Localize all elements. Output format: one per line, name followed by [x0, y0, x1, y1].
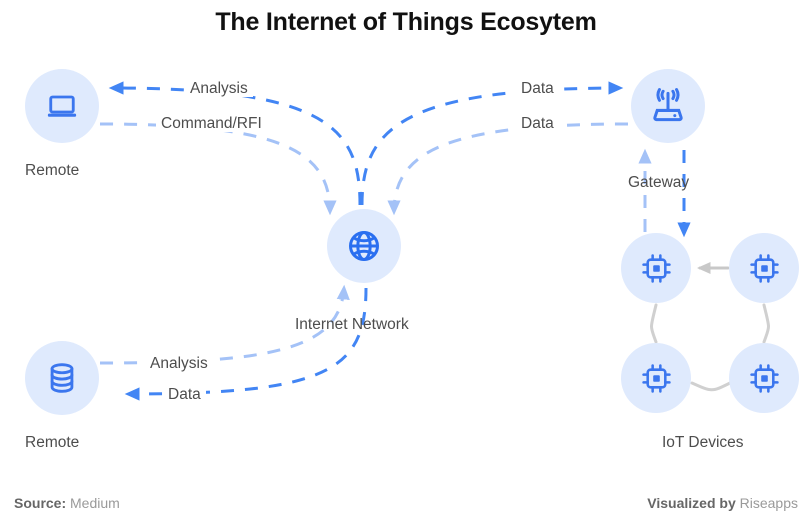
node-internet-network[interactable] [327, 209, 401, 283]
laptop-icon [44, 88, 80, 124]
edge-analysis-top [108, 81, 362, 206]
footer-credit-label: Visualized by [647, 495, 736, 511]
footer-credit-value: Riseapps [739, 495, 798, 511]
node-label-internet-network: Internet Network [295, 316, 409, 333]
node-iot-device-2[interactable] [729, 233, 799, 303]
router-icon [649, 87, 687, 125]
footer-source: Source: Medium [14, 495, 120, 511]
device-link-left [650, 303, 658, 344]
chip-icon [748, 252, 781, 285]
chip-icon [640, 362, 673, 395]
globe-icon [346, 228, 382, 264]
edge-data-top [360, 81, 624, 206]
edge-label-command-rfi: Command/RFI [156, 115, 267, 133]
node-label-iot-devices: IoT Devices [662, 434, 744, 451]
node-remote-laptop[interactable] [25, 69, 99, 143]
footer-source-value: Medium [70, 495, 120, 511]
node-iot-device-4[interactable] [729, 343, 799, 413]
page-title: The Internet of Things Ecosytem [215, 8, 597, 36]
node-iot-device-3[interactable] [621, 343, 691, 413]
device-link-right [762, 303, 770, 344]
edge-label-analysis-top: Analysis [185, 80, 253, 98]
diagram-canvas: The Internet of Things Ecosytem Remote R… [0, 0, 812, 527]
node-remote-database[interactable] [25, 341, 99, 415]
chip-icon [748, 362, 781, 395]
footer-credit: Visualized by Riseapps [647, 495, 798, 511]
database-icon [44, 360, 80, 396]
edge-label-analysis-bottom: Analysis [145, 355, 213, 373]
edge-label-data-top: Data [516, 80, 559, 98]
footer-source-label: Source: [14, 495, 67, 511]
node-label-remote-database: Remote [25, 434, 80, 451]
node-gateway[interactable] [631, 69, 705, 143]
edge-data-bottom [124, 287, 368, 401]
edge-data-gateway-in [387, 122, 629, 216]
device-link-bottom [690, 381, 732, 392]
chip-icon [640, 252, 673, 285]
edge-label-data-bottom: Data [163, 386, 206, 404]
node-label-remote-laptop: Remote [25, 162, 80, 179]
node-iot-device-1[interactable] [621, 233, 691, 303]
edge-label-data-gateway: Data [516, 115, 559, 133]
edge-command-rfi [99, 122, 337, 216]
node-label-gateway: Gateway [628, 174, 690, 191]
